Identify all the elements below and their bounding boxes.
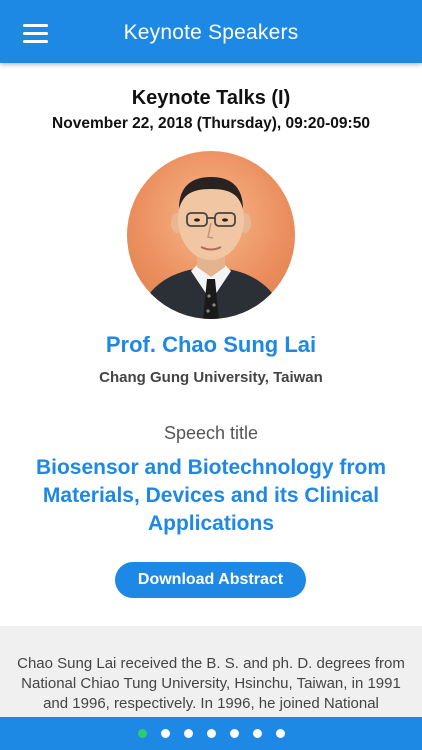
page-dot[interactable] [183, 729, 193, 738]
speaker-name: Prof. Chao Sung Lai [105, 332, 317, 357]
speech-title-label: Speech title [163, 423, 259, 443]
speaker-avatar [127, 151, 295, 319]
page-dot[interactable] [137, 729, 147, 738]
page-dot[interactable] [160, 729, 170, 738]
talk-title: Keynote Talks (I) [131, 87, 291, 109]
page-dot[interactable] [229, 729, 239, 738]
speech-title: Biosensor and Biotechnology from Materia… [35, 456, 387, 535]
speaker-photo [137, 177, 285, 319]
page-dot[interactable] [275, 729, 285, 738]
page-dots [0, 729, 422, 738]
page-dot[interactable] [252, 729, 262, 738]
page-indicator-bar [0, 717, 422, 750]
app-header: Keynote Speakers [0, 0, 422, 63]
header-title: Keynote Speakers [123, 21, 299, 44]
speaker-affiliation: Chang Gung University, Taiwan [99, 369, 323, 386]
talk-datetime: November 22, 2018 (Thursday), 09:20-09:5… [52, 115, 370, 132]
download-abstract-button[interactable]: Download Abstract [115, 562, 306, 598]
page-dot[interactable] [206, 729, 216, 738]
